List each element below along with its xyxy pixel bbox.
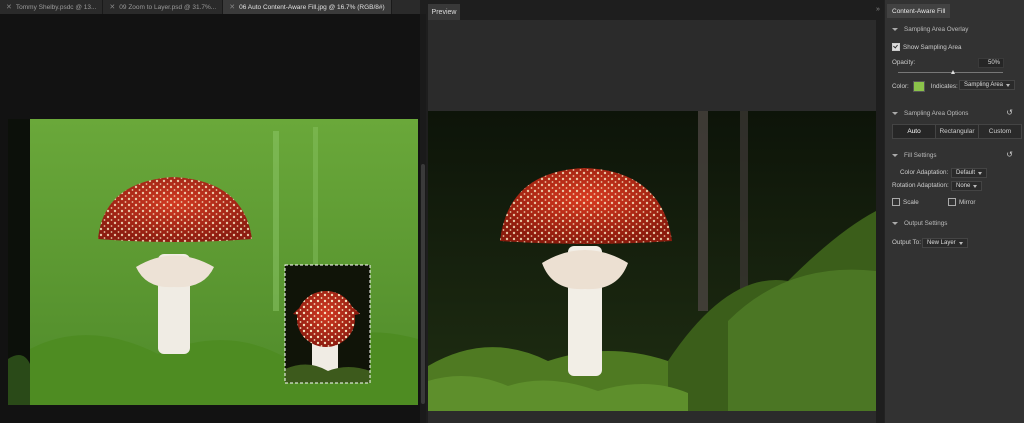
auto-button[interactable]: Auto [893, 125, 936, 138]
indicates-value: Sampling Area [964, 82, 1004, 88]
color-row: Color: Indicates: [892, 81, 958, 92]
panel-title: Content-Aware Fill [892, 7, 946, 15]
document-tab[interactable]: ✕ 09 Zoom to Layer.psd @ 31.7%... [103, 0, 224, 14]
output-to-value: New Layer [927, 240, 956, 246]
overlay-color-swatch[interactable] [912, 81, 925, 92]
content-aware-fill-panel: Content-Aware Fill Sampling Area Overlay… [884, 0, 1024, 423]
reset-icon[interactable]: ↺ [1006, 150, 1013, 159]
rectangular-button[interactable]: Rectangular [936, 125, 979, 138]
canvas-scrollbar[interactable] [420, 14, 426, 423]
mushroom-preview-image [428, 111, 876, 411]
opacity-value[interactable]: 50% [978, 58, 1004, 68]
color-adaptation-label: Color Adaptation: [900, 169, 948, 176]
reset-icon[interactable]: ↺ [1006, 108, 1013, 117]
document-canvas[interactable] [8, 119, 418, 405]
chevron-down-icon [978, 171, 983, 175]
color-label: Color: [892, 83, 909, 90]
chevron-down-icon [892, 222, 898, 225]
slider-knob[interactable] [950, 70, 955, 74]
color-adaptation-dropdown[interactable]: Default [951, 168, 988, 178]
document-tab-label: Tommy Shelby.psdc @ 13... [15, 3, 97, 11]
rotation-adaptation-label: Rotation Adaptation: [892, 182, 949, 189]
section-fill-settings[interactable]: Fill Settings [885, 152, 937, 159]
rotation-adaptation-dropdown[interactable]: None [951, 181, 983, 191]
section-sampling-overlay[interactable]: Sampling Area Overlay [885, 26, 968, 33]
close-icon[interactable]: ✕ [109, 3, 115, 11]
opacity-label: Opacity: [892, 59, 915, 66]
panel-title-tab[interactable]: Content-Aware Fill [887, 4, 951, 18]
section-header: Sampling Area Options [904, 110, 969, 117]
output-to-label: Output To: [892, 239, 921, 246]
document-tab-active[interactable]: ✕ 06 Auto Content-Aware Fill.jpg @ 16.7%… [223, 0, 392, 14]
sampling-mode-segmented: Auto Rectangular Custom [892, 124, 1022, 139]
checkbox-unchecked[interactable] [948, 198, 956, 206]
document-tabs: ✕ Tommy Shelby.psdc @ 13... ✕ 09 Zoom to… [0, 0, 420, 14]
mushroom-image-with-overlay [8, 119, 418, 405]
chevron-down-icon [892, 154, 898, 157]
panel-collapse-icon[interactable]: » [876, 6, 880, 13]
color-adaptation-text: Color Adaptation: [900, 169, 949, 176]
scrollbar-thumb[interactable] [421, 164, 425, 404]
chevron-down-icon [892, 28, 898, 31]
chevron-down-icon [1006, 83, 1011, 87]
checkbox-label: Mirror [959, 198, 976, 206]
rotation-adaptation-text: Rotation Adaptation: [892, 182, 949, 189]
chevron-down-icon [958, 241, 963, 245]
section-output-settings[interactable]: Output Settings [885, 220, 947, 227]
chevron-down-icon [973, 184, 978, 188]
document-tab-label: 06 Auto Content-Aware Fill.jpg @ 16.7% (… [239, 3, 385, 11]
checkbox-label: Scale [903, 198, 919, 206]
close-icon[interactable]: ✕ [229, 3, 235, 11]
checkbox-checked[interactable] [892, 43, 900, 51]
section-header: Sampling Area Overlay [904, 26, 969, 33]
document-workspace [0, 14, 420, 423]
preview-tab[interactable]: Preview [428, 4, 460, 20]
section-header: Fill Settings [904, 152, 937, 159]
rotation-adaptation-value: None [956, 183, 971, 189]
show-sampling-area-checkbox[interactable]: Show Sampling Area [892, 43, 961, 51]
close-icon[interactable]: ✕ [6, 3, 12, 11]
custom-button[interactable]: Custom [979, 125, 1021, 138]
document-tab[interactable]: ✕ Tommy Shelby.psdc @ 13... [0, 0, 104, 14]
document-tab-label: 09 Zoom to Layer.psd @ 31.7%... [119, 3, 217, 11]
indicates-label: Indicates: [930, 83, 958, 90]
chevron-down-icon [892, 112, 898, 115]
preview-tab-label: Preview [431, 8, 457, 16]
opacity-slider[interactable] [898, 70, 1003, 74]
scale-checkbox[interactable]: Scale [892, 198, 919, 206]
output-to-dropdown[interactable]: New Layer [922, 238, 968, 248]
mirror-checkbox[interactable]: Mirror [948, 198, 975, 206]
checkbox-label: Show Sampling Area [903, 43, 962, 51]
output-to-text: Output To: [892, 239, 921, 246]
opacity-input[interactable]: 50% [978, 58, 1004, 68]
preview-image[interactable] [428, 111, 876, 411]
indicates-dropdown[interactable]: Sampling Area [959, 80, 1016, 90]
section-sampling-options[interactable]: Sampling Area Options [885, 110, 968, 117]
opacity-label-text: Opacity: [892, 59, 916, 66]
preview-panel [428, 20, 876, 423]
checkbox-unchecked[interactable] [892, 198, 900, 206]
section-header: Output Settings [904, 220, 948, 227]
color-adaptation-value: Default [956, 170, 976, 176]
